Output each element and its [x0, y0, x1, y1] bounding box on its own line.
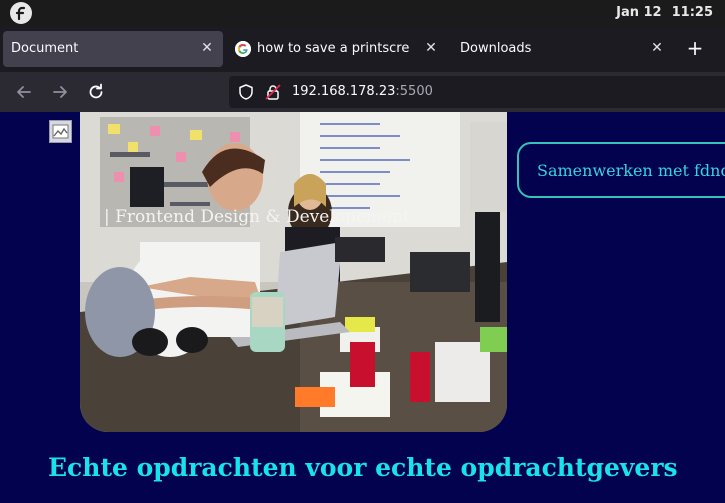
- arrow-right-icon: [53, 86, 67, 98]
- navigation-toolbar: 192.168.178.23:5500: [0, 72, 725, 112]
- forward-button[interactable]: [49, 81, 71, 103]
- clock-time: 11:25: [671, 5, 713, 20]
- shield-icon[interactable]: [237, 83, 255, 101]
- reload-button[interactable]: [85, 81, 107, 103]
- team-photo: [80, 112, 507, 432]
- tab-downloads[interactable]: Downloads ✕: [452, 31, 672, 67]
- url-host: 192.168.178.23: [292, 84, 396, 99]
- close-icon[interactable]: ✕: [648, 39, 666, 57]
- system-top-bar: Jan 12 11:25: [0, 0, 725, 27]
- page-content: | Frontend Design & Developement Samenwe…: [0, 112, 725, 503]
- url-port: :5500: [395, 84, 433, 99]
- page-headline: Echte opdrachten voor echte opdrachtgeve…: [48, 453, 678, 482]
- broken-image-icon: [49, 120, 72, 143]
- fedora-logo-icon[interactable]: [10, 2, 32, 24]
- reload-icon: [89, 83, 103, 99]
- collaborate-button[interactable]: Samenwerken met fdnd: [517, 142, 725, 198]
- url-text[interactable]: 192.168.178.23:5500: [292, 84, 433, 99]
- tab-document[interactable]: Document ✕: [3, 31, 223, 67]
- photo-caption: | Frontend Design & Developement: [104, 207, 410, 227]
- address-bar[interactable]: 192.168.178.23:5500: [229, 76, 725, 108]
- browser-tab-strip: Document ✕ how to save a printscreen li …: [0, 27, 725, 72]
- tab-label: Downloads: [460, 41, 532, 56]
- collaborate-button-label: Samenwerken met fdnd: [537, 161, 725, 180]
- tab-label: how to save a printscreen li: [257, 41, 409, 56]
- insecure-lock-icon[interactable]: [264, 83, 282, 101]
- new-tab-button[interactable]: +: [684, 37, 706, 59]
- close-icon[interactable]: ✕: [198, 39, 216, 57]
- arrow-left-icon: [17, 86, 31, 98]
- tab-google-search[interactable]: how to save a printscreen li ✕: [227, 31, 445, 67]
- back-button[interactable]: [13, 81, 35, 103]
- google-g-icon: [235, 41, 251, 57]
- clock-date: Jan 12: [616, 5, 662, 20]
- close-icon[interactable]: ✕: [422, 39, 440, 57]
- tab-label: Document: [11, 41, 79, 56]
- clock[interactable]: Jan 12 11:25: [616, 5, 713, 20]
